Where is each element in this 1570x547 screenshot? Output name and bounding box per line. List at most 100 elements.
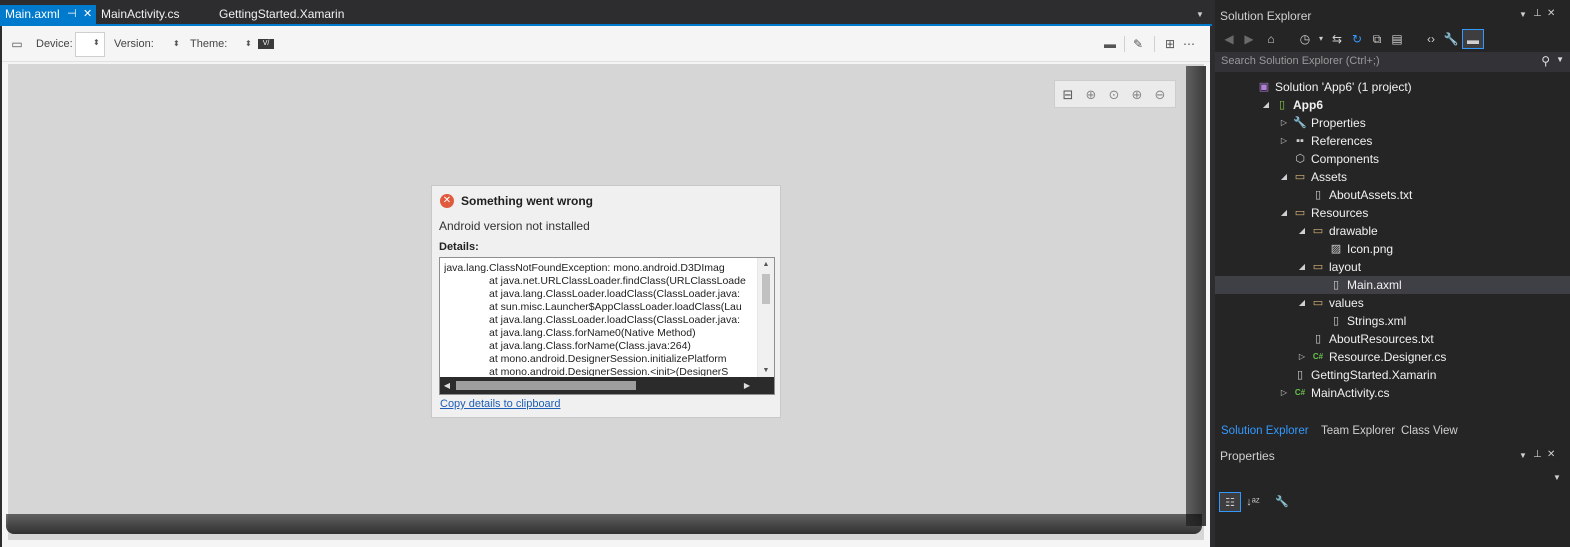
refresh-icon[interactable]: ↻: [1348, 29, 1366, 49]
expanded-chevron-icon[interactable]: ◢: [1279, 168, 1289, 186]
components-icon: ⬡: [1295, 153, 1305, 165]
property-pages-icon[interactable]: 🔧: [1271, 492, 1293, 512]
search-box[interactable]: Search Solution Explorer (Ctrl+;) ⚲ ▼: [1215, 52, 1570, 72]
scroll-up-icon[interactable]: ▲: [758, 258, 774, 272]
collapse-all-icon[interactable]: ⧉: [1368, 29, 1386, 49]
search-input[interactable]: Search Solution Explorer (Ctrl+;): [1221, 55, 1380, 67]
tab-solution-explorer[interactable]: Solution Explorer: [1221, 422, 1309, 440]
tab-label: GettingStarted.Xamarin: [219, 7, 345, 21]
version-select[interactable]: ⬍: [173, 26, 180, 62]
tree-item[interactable]: ▨ Icon.png: [1215, 240, 1570, 258]
collapsed-chevron-icon[interactable]: ▷: [1279, 384, 1289, 402]
search-icon[interactable]: ⚲: [1541, 54, 1550, 68]
close-icon[interactable]: ✕: [83, 5, 92, 24]
more-icon[interactable]: ⋯: [1182, 35, 1196, 53]
brush-icon[interactable]: ✎: [1128, 35, 1148, 53]
device-select[interactable]: ⬍: [75, 32, 105, 57]
tree-item-label: drawable: [1329, 224, 1378, 238]
tree-item[interactable]: ◢ ▭ Assets: [1215, 168, 1570, 186]
tree-item-label: Properties: [1311, 116, 1366, 130]
close-icon[interactable]: ✕: [1547, 8, 1555, 19]
tree-item[interactable]: ▷ C# MainActivity.cs: [1215, 384, 1570, 402]
tree-item[interactable]: ▯ Main.axml: [1215, 276, 1570, 294]
xml-file-icon: ▯: [1332, 315, 1340, 327]
tree-item[interactable]: ▯ Strings.xml: [1215, 312, 1570, 330]
preview-selected-icon[interactable]: ▬: [1462, 29, 1484, 49]
alphabetical-icon[interactable]: ↓ᵃᶻ: [1242, 492, 1264, 512]
copy-details-link[interactable]: Copy details to clipboard: [440, 398, 560, 410]
properties-header: Properties ▼ ⊥ ✕: [1215, 448, 1570, 466]
details-textbox[interactable]: java.lang.ClassNotFoundException: mono.a…: [439, 257, 775, 395]
tree-item[interactable]: ▷ C# Resource.Designer.cs: [1215, 348, 1570, 366]
window-position-icon[interactable]: ▼: [1519, 10, 1527, 19]
error-panel: ✕ Something went wrong Android version n…: [431, 185, 781, 418]
home-icon[interactable]: ⌂: [1262, 29, 1280, 49]
tree-item[interactable]: ◢ ▭ Resources: [1215, 204, 1570, 222]
tree-item[interactable]: ▣ Solution 'App6' (1 project): [1215, 78, 1570, 96]
zoom-fit-icon[interactable]: ⊕: [1081, 85, 1101, 105]
tab-gettingstarted-xamarin[interactable]: GettingStarted.Xamarin: [219, 5, 344, 24]
details-text: java.lang.ClassNotFoundException: mono.a…: [444, 262, 756, 376]
expanded-chevron-icon[interactable]: ◢: [1279, 204, 1289, 222]
back-icon[interactable]: ◀: [1220, 29, 1238, 49]
collapsed-chevron-icon[interactable]: ▷: [1279, 132, 1289, 150]
scroll-right-icon[interactable]: ▶: [740, 377, 754, 394]
tab-team-explorer[interactable]: Team Explorer: [1321, 422, 1395, 440]
window-position-icon[interactable]: ▼: [1519, 451, 1527, 460]
properties-object-select[interactable]: ▼: [1215, 468, 1570, 488]
zoom-actual-icon[interactable]: ⊙: [1104, 85, 1124, 105]
tab-main-axml[interactable]: Main.axml ⊣ ✕: [0, 5, 96, 24]
tree-item[interactable]: ⬡ Components: [1215, 150, 1570, 168]
scroll-left-icon[interactable]: ◀: [440, 377, 454, 394]
tab-overflow-dropdown-icon[interactable]: ▼: [1194, 5, 1206, 24]
tree-item[interactable]: ◢ ▭ layout: [1215, 258, 1570, 276]
collapsed-chevron-icon[interactable]: ▷: [1279, 114, 1289, 132]
pin-icon[interactable]: ⊥: [1533, 8, 1542, 19]
pin-icon[interactable]: ⊣: [67, 5, 77, 24]
tree-item[interactable]: ◢ ▯ App6: [1215, 96, 1570, 114]
expanded-chevron-icon[interactable]: ◢: [1261, 96, 1271, 114]
error-icon: ✕: [440, 194, 454, 208]
tree-item[interactable]: ▯ AboutAssets.txt: [1215, 186, 1570, 204]
details-line: at java.lang.ClassLoader.loadClass(Class…: [489, 314, 740, 326]
close-icon[interactable]: ✕: [1547, 449, 1555, 460]
categorized-icon[interactable]: ☷: [1219, 492, 1241, 512]
tree-item[interactable]: ▷ 🔧 Properties: [1215, 114, 1570, 132]
expanded-chevron-icon[interactable]: ◢: [1297, 222, 1307, 240]
tab-mainactivity-cs[interactable]: MainActivity.cs: [101, 5, 179, 24]
scroll-thumb[interactable]: [762, 274, 770, 304]
theme-select[interactable]: ⬍: [245, 26, 252, 62]
tree-item-label: Strings.xml: [1347, 314, 1407, 328]
view-code-icon[interactable]: ‹›: [1422, 29, 1440, 49]
tree-item[interactable]: ▷ ▪▪ References: [1215, 132, 1570, 150]
layout-grid-icon[interactable]: ⊞: [1160, 35, 1180, 53]
file-icon: ▯: [1314, 333, 1322, 345]
tree-item[interactable]: ▯ AboutResources.txt: [1215, 330, 1570, 348]
wrench-icon[interactable]: 🔧: [1442, 29, 1460, 49]
horizontal-scrollbar[interactable]: ◀ ▶: [440, 377, 774, 394]
properties-title: Properties: [1220, 449, 1275, 463]
chevron-down-icon[interactable]: ▼: [1556, 55, 1564, 64]
scroll-thumb[interactable]: [456, 381, 636, 390]
sync-icon[interactable]: ⇆: [1328, 29, 1346, 49]
tab-class-view[interactable]: Class View: [1401, 422, 1458, 440]
layout-bounds-icon[interactable]: ⊟: [1058, 85, 1078, 105]
tree-item-label: References: [1311, 134, 1373, 148]
designer-toolbar: ▭ Device: ⬍ Version: ⬍ Theme: ⬍ V/ ▬ ✎ ⊞…: [2, 26, 1210, 62]
device-icon[interactable]: ▭: [8, 35, 26, 53]
expanded-chevron-icon[interactable]: ◢: [1297, 258, 1307, 276]
expanded-chevron-icon[interactable]: ◢: [1297, 294, 1307, 312]
chevron-down-icon[interactable]: ▼: [1553, 473, 1561, 482]
zoom-out-icon[interactable]: ⊖: [1150, 85, 1170, 105]
show-all-files-icon[interactable]: ▤: [1388, 29, 1406, 49]
tree-item[interactable]: ◢ ▭ drawable: [1215, 222, 1570, 240]
vertical-scrollbar[interactable]: ▲ ▼: [757, 258, 774, 378]
phone-preview-icon[interactable]: ▬: [1100, 35, 1120, 53]
collapsed-chevron-icon[interactable]: ▷: [1297, 348, 1307, 366]
forward-icon[interactable]: ▶: [1240, 29, 1258, 49]
tree-item[interactable]: ▯ GettingStarted.Xamarin: [1215, 366, 1570, 384]
scroll-down-icon[interactable]: ▼: [758, 364, 774, 378]
pin-icon[interactable]: ⊥: [1533, 449, 1542, 460]
tree-item[interactable]: ◢ ▭ values: [1215, 294, 1570, 312]
zoom-in-icon[interactable]: ⊕: [1127, 85, 1147, 105]
